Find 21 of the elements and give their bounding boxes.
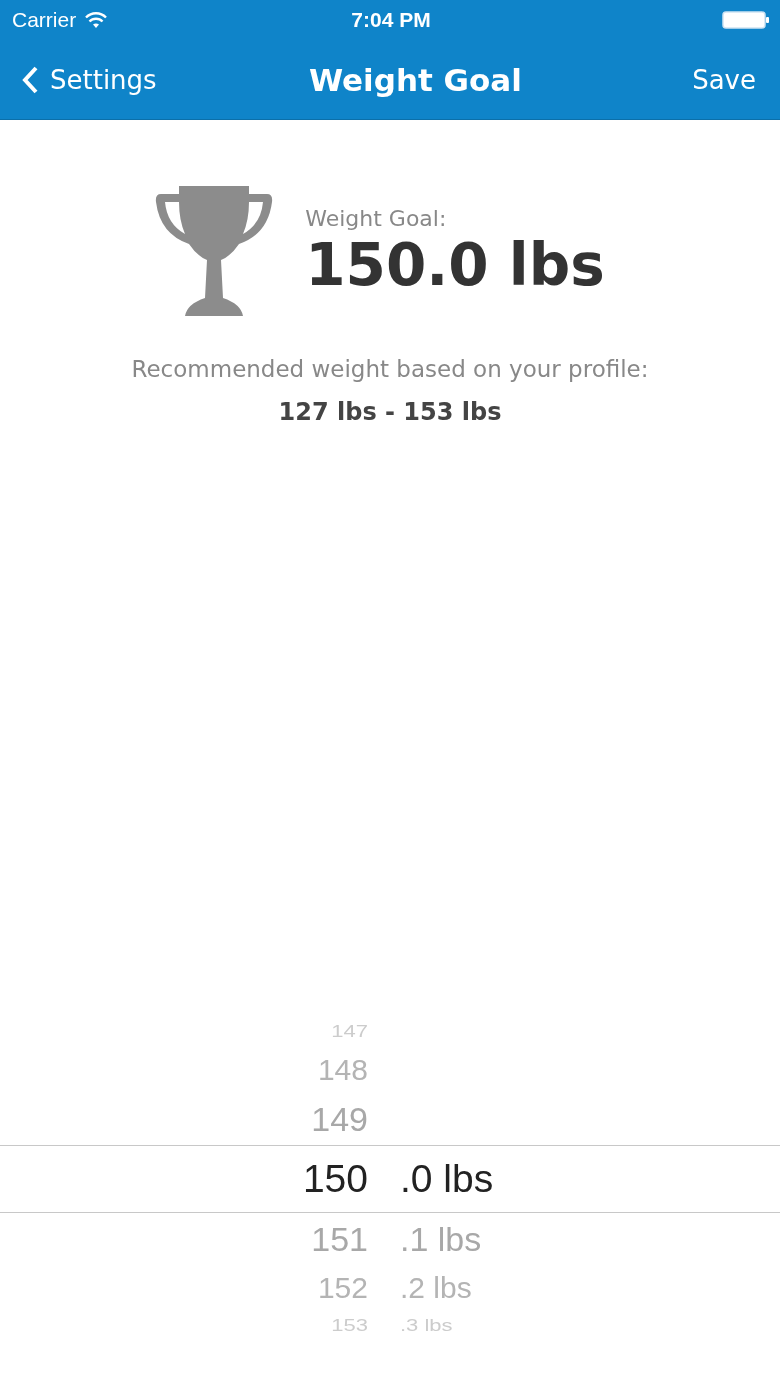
picker-value[interactable]: .2 lbs [400,1271,472,1304]
goal-label: Weight Goal: [305,205,448,231]
picker-value[interactable]: .0 lbs [400,1157,494,1200]
trophy-icon [155,186,274,318]
carrier-name: Carrier [12,8,77,32]
picker-value[interactable]: 150 [302,1157,368,1200]
picker-value[interactable]: 152 [317,1271,368,1304]
picker-value[interactable]: .1 lbs [400,1219,482,1258]
picker-value[interactable]: 151 [311,1219,368,1258]
goal-value: 150.0 lbs [305,230,605,299]
recommended-range: 127 lbs - 153 lbs [277,398,503,426]
recommendation-text: Recommended weight based on your profile: [130,356,650,382]
status-time: 7:04 PM [351,8,431,32]
picker-value[interactable]: 149 [311,1099,368,1138]
back-button[interactable]: Settings [22,65,157,95]
back-chevron-icon [22,66,38,94]
wifi-icon [84,11,109,29]
battery-icon [722,11,770,29]
screen-title: Weight Goal [308,62,522,98]
picker-value[interactable]: 148 [317,1053,368,1086]
save-button[interactable]: Save [692,65,756,95]
